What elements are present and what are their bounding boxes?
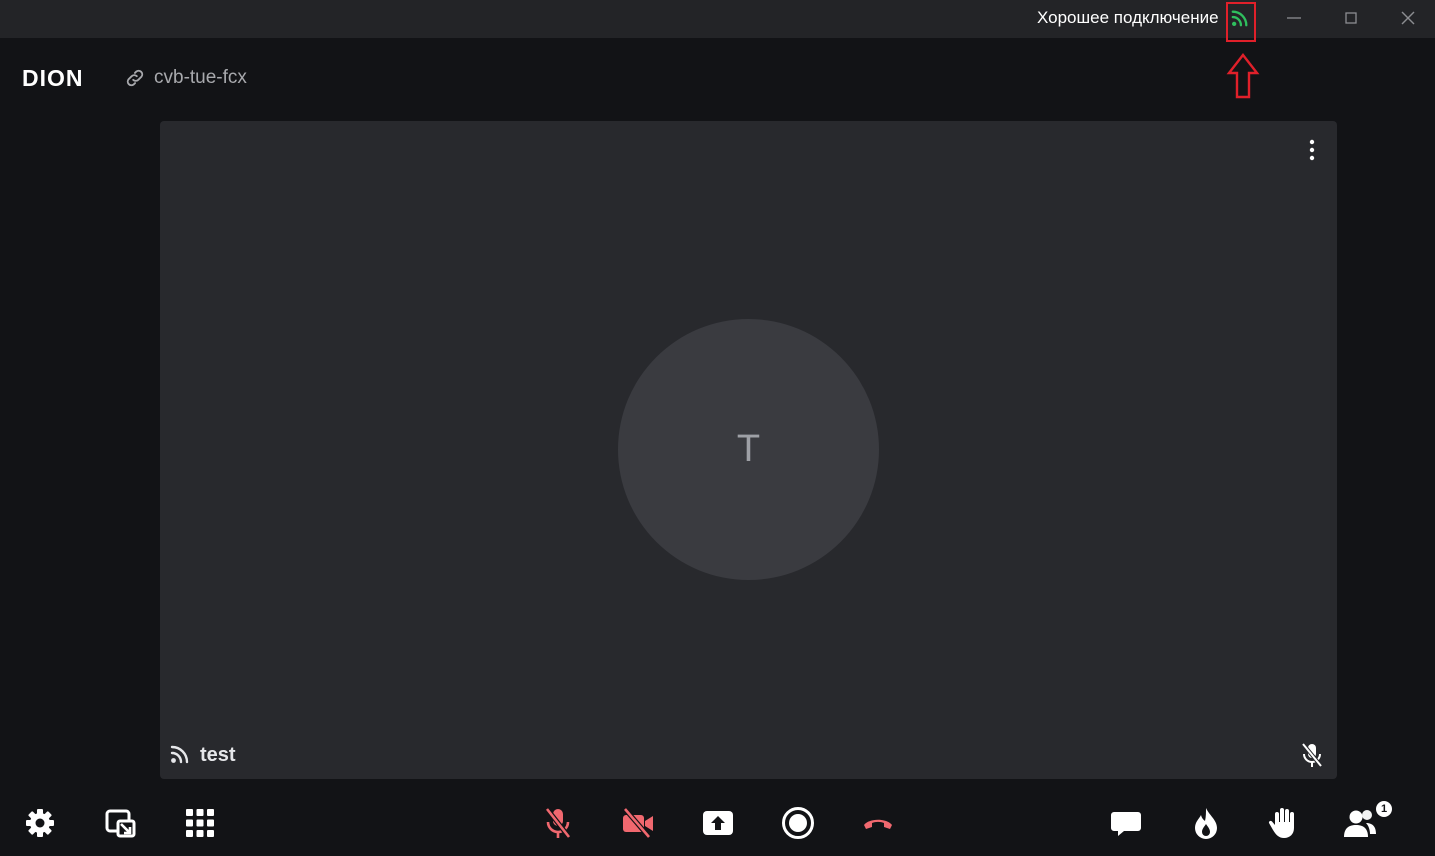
mic-off-icon bbox=[545, 807, 571, 839]
participant-avatar: T bbox=[618, 319, 879, 580]
share-screen-icon bbox=[703, 811, 733, 835]
svg-text:DION: DION bbox=[22, 66, 84, 90]
maximize-icon[interactable] bbox=[1339, 6, 1363, 30]
record-button[interactable] bbox=[778, 803, 818, 843]
participants-button[interactable] bbox=[1340, 803, 1380, 843]
hang-up-button[interactable] bbox=[858, 803, 898, 843]
window-titlebar: Хорошее подключение bbox=[0, 0, 1435, 42]
dion-logo: DION bbox=[22, 66, 84, 90]
more-vertical-icon[interactable] bbox=[1303, 138, 1321, 162]
share-screen-button[interactable] bbox=[698, 803, 738, 843]
chat-button[interactable] bbox=[1106, 803, 1146, 843]
avatar-letter: T bbox=[736, 428, 761, 470]
participant-tile: T test bbox=[160, 121, 1337, 779]
participants-icon bbox=[1344, 810, 1376, 837]
minimize-icon[interactable] bbox=[1282, 6, 1306, 30]
raise-hand-button[interactable] bbox=[1264, 803, 1304, 843]
camera-off-icon bbox=[623, 807, 653, 839]
connection-highlight-box bbox=[1226, 2, 1256, 42]
toggle-mic-button[interactable] bbox=[538, 803, 578, 843]
settings-icon bbox=[26, 809, 54, 837]
mic-off-icon bbox=[1301, 742, 1323, 768]
participant-name: test bbox=[200, 744, 236, 766]
reaction-icon bbox=[1195, 808, 1217, 839]
participants-count-badge: 1 bbox=[1376, 801, 1392, 817]
chat-icon bbox=[1111, 812, 1141, 836]
settings-button[interactable] bbox=[20, 803, 60, 843]
reactions-button[interactable] bbox=[1186, 803, 1226, 843]
toggle-camera-button[interactable] bbox=[618, 803, 658, 843]
record-icon bbox=[782, 807, 814, 839]
signal-icon bbox=[170, 745, 189, 764]
room-id[interactable]: cvb-tue-fcx bbox=[154, 67, 247, 89]
close-icon[interactable] bbox=[1396, 6, 1420, 30]
connection-status-text: Хорошее подключение bbox=[1037, 8, 1219, 27]
annotation-arrow-up-icon bbox=[1226, 53, 1260, 99]
picture-in-picture-icon bbox=[105, 809, 136, 838]
grid-icon bbox=[186, 809, 214, 837]
raise-hand-icon bbox=[1268, 808, 1294, 838]
hang-up-icon bbox=[864, 819, 892, 829]
link-icon bbox=[126, 69, 144, 87]
layout-grid-button[interactable] bbox=[180, 803, 220, 843]
picture-in-picture-button[interactable] bbox=[100, 803, 140, 843]
